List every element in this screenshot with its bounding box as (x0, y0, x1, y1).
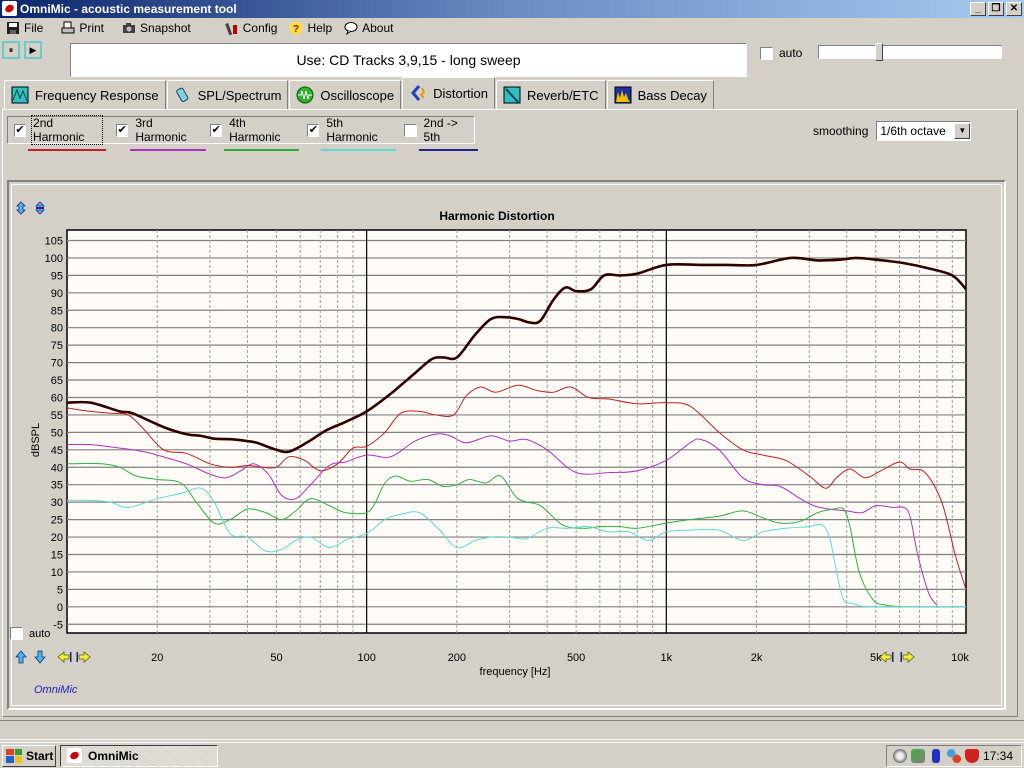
y-tick-label: 40 (51, 462, 63, 474)
auto-scale-checkbox[interactable]: auto (10, 627, 50, 640)
sound-icon[interactable] (893, 749, 907, 763)
pan-up-icon[interactable] (15, 650, 27, 664)
pan-right-icon[interactable] (76, 651, 91, 663)
windows-logo-icon (6, 748, 22, 763)
chart-title: Harmonic Distortion (439, 209, 554, 223)
y-tick-label: 60 (51, 392, 63, 404)
users-icon[interactable] (947, 749, 961, 763)
start-label: Start (26, 748, 54, 763)
zoom-y-in-icon[interactable] (16, 201, 26, 215)
y-tick-label: 15 (51, 549, 63, 561)
x-zoom-left-icon[interactable] (879, 651, 894, 663)
battery-icon[interactable] (932, 749, 940, 763)
tab-distortion-label: Distortion (433, 85, 489, 101)
plot-area (66, 229, 967, 634)
y-tick-label: 45 (51, 445, 63, 457)
taskbar: Start OmniMic 17:34 (0, 742, 1024, 768)
y-tick-label: 35 (51, 480, 63, 492)
x-tick-label: 10k (951, 652, 969, 664)
pan-left-icon[interactable] (57, 651, 72, 663)
harmonic-distortion-chart: Harmonic Distortion -5 0 5 10 15 20 25 30 35 40 45… (15, 201, 969, 678)
y-tick-label: 50 (51, 427, 63, 439)
y-tick-label: 65 (51, 375, 63, 387)
distortion-icon (411, 85, 426, 101)
tab-distortion[interactable]: Distortion (402, 77, 496, 109)
y-tick-label: 30 (51, 497, 63, 509)
start-button[interactable]: Start (2, 744, 56, 767)
y-tick-label: 0 (57, 602, 63, 614)
x-tick-label: 100 (357, 652, 375, 664)
y-tick-label: 5 (57, 584, 63, 596)
status-bar (0, 720, 1024, 740)
x-tick-label: 1k (661, 652, 673, 664)
y-tick-labels: -5 0 5 10 15 20 25 30 35 40 45 50 55 60 65 70 75 80 85 90 95… (45, 235, 63, 631)
auto-scale-check[interactable] (10, 627, 23, 640)
network-icon[interactable] (911, 749, 925, 763)
security-shield-icon[interactable] (965, 749, 979, 763)
x-tick-label: 200 (448, 652, 466, 664)
y-tick-label: 70 (51, 358, 63, 370)
clock: 17:34 (983, 749, 1014, 763)
y-axis-label: dBSPL (30, 423, 42, 457)
y-tick-label: 75 (51, 340, 63, 352)
y-tick-label: 85 (51, 305, 63, 317)
x-tick-labels: 20 50 100 200 500 1k 2k 5k 10k (151, 652, 969, 664)
y-tick-label: 25 (51, 515, 63, 527)
x-tick-label: 500 (567, 652, 585, 664)
x-tick-label: 50 (270, 652, 282, 664)
x-tick-label: 5k (870, 652, 882, 664)
x-axis-label: frequency [Hz] (480, 666, 551, 678)
auto-scale-label: auto (29, 627, 51, 640)
x-tick-label: 2k (751, 652, 763, 664)
y-tick-label: 80 (51, 323, 63, 335)
y-tick-label: 20 (51, 532, 63, 544)
y-tick-label: -5 (53, 619, 63, 631)
taskbar-omnimic[interactable]: OmniMic (60, 744, 218, 767)
omnimic-taskbar-icon (67, 748, 82, 763)
y-tick-label: 105 (45, 235, 63, 247)
zoom-y-out-icon[interactable] (35, 201, 45, 215)
pan-down-icon[interactable] (34, 650, 46, 664)
y-tick-label: 100 (45, 253, 63, 265)
y-tick-label: 10 (51, 567, 63, 579)
x-tick-label: 20 (151, 652, 163, 664)
y-tick-label: 55 (51, 410, 63, 422)
y-tick-label: 90 (51, 288, 63, 300)
taskbar-omnimic-label: OmniMic (88, 748, 139, 763)
omnimic-logo: OmniMic (34, 684, 78, 696)
y-tick-label: 95 (51, 270, 63, 282)
system-tray: 17:34 (886, 745, 1022, 767)
x-zoom-right-icon[interactable] (900, 651, 915, 663)
